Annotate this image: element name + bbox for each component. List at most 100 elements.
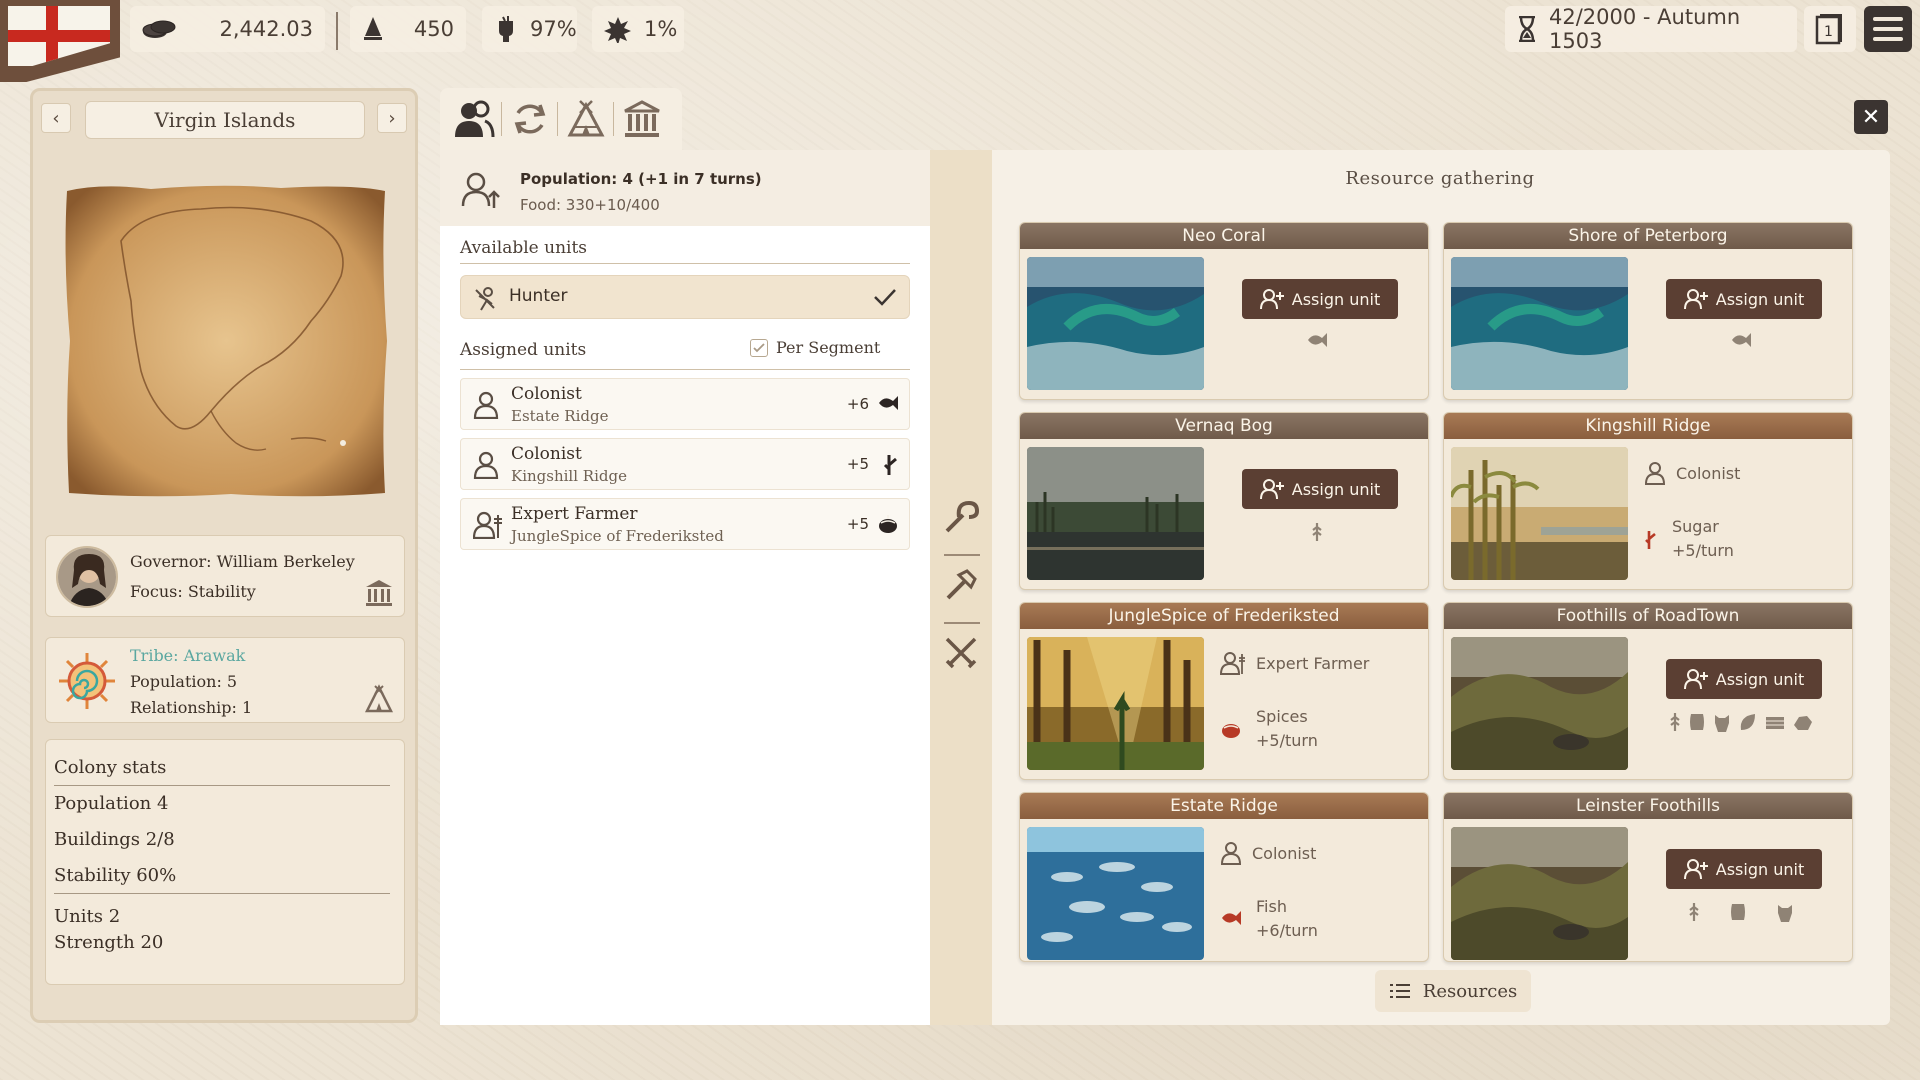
- flag-cross-icon: [8, 6, 110, 66]
- fish-icon: [1220, 909, 1242, 943]
- fish-icon: [877, 393, 899, 413]
- ships-counter[interactable]: 450: [350, 6, 466, 52]
- units-column: Population: 4 (+1 in 7 turns) Food: 330+…: [440, 150, 930, 1025]
- unit-location: Kingshill Ridge: [511, 467, 627, 485]
- tile-name: Leinster Foothills: [1444, 793, 1852, 819]
- tile-name: Kingshill Ridge: [1444, 413, 1852, 439]
- colony-stats-title: Colony stats: [54, 750, 390, 786]
- assigned-unit-row[interactable]: Expert Farmer JungleSpice of Frederikste…: [460, 498, 910, 550]
- next-colony-button[interactable]: ›: [377, 103, 407, 133]
- prev-colony-button[interactable]: ‹: [41, 103, 71, 133]
- tile-resource-name: Sugar: [1672, 517, 1719, 536]
- colony-stats: Colony stats Population 4 Buildings 2/8 …: [45, 739, 405, 985]
- resource-tile[interactable]: Estate Ridge Colonist Fish +6/turn: [1019, 792, 1429, 962]
- fish-school-image: [1027, 827, 1204, 960]
- gather-tool-button[interactable]: [940, 496, 982, 538]
- stat-population: Population 4: [54, 793, 169, 814]
- resource-tile[interactable]: Kingshill Ridge Colonist Sugar +5/turn: [1443, 412, 1853, 590]
- barrel-icon: [1688, 711, 1706, 733]
- checkbox-checked-icon[interactable]: [750, 338, 768, 357]
- population-summary: Population: 4 (+1 in 7 turns) Food: 330+…: [440, 150, 930, 226]
- pelt-icon: [1775, 901, 1795, 923]
- timber-icon: [1764, 711, 1786, 733]
- add-user-icon: [1683, 668, 1708, 690]
- assign-unit-button[interactable]: Assign unit: [1666, 279, 1822, 319]
- turn-date-display[interactable]: 42/2000 - Autumn 1503: [1505, 5, 1797, 53]
- colonist-icon: [473, 391, 499, 419]
- tile-resources: [1628, 901, 1852, 923]
- journal-button[interactable]: 1: [1804, 6, 1856, 52]
- resource-gathering-title: Resource gathering: [1345, 168, 1535, 189]
- coins-icon: [142, 18, 176, 40]
- tools-column: [930, 150, 992, 1025]
- sea-waves-image: [1451, 257, 1628, 390]
- main-menu-button[interactable]: [1864, 6, 1912, 52]
- tile-name: Estate Ridge: [1020, 793, 1428, 819]
- assign-unit-button[interactable]: Assign unit: [1242, 279, 1398, 319]
- expert-farmer-icon: [473, 511, 503, 539]
- resource-tile[interactable]: Neo Coral Assign unit: [1019, 222, 1429, 400]
- assign-unit-button[interactable]: Assign unit: [1666, 849, 1822, 889]
- tribe-sun-emblem-icon: [56, 650, 118, 712]
- tile-resources: [1204, 331, 1428, 349]
- build-tool-button[interactable]: [940, 564, 982, 606]
- resources-label: Resources: [1422, 980, 1518, 1002]
- governor-card[interactable]: Governor: William Berkeley Focus: Stabil…: [45, 535, 405, 617]
- swamp-image: [1027, 447, 1204, 580]
- section-divider: [460, 263, 910, 264]
- resource-tile[interactable]: Vernaq Bog Assign unit: [1019, 412, 1429, 590]
- svg-text:1: 1: [1824, 24, 1833, 40]
- governor-focus: Focus: Stability: [130, 582, 256, 601]
- resource-gathering-area: Resource gathering Neo Coral Assign unit…: [995, 150, 1885, 1025]
- assign-unit-label: Assign unit: [1715, 289, 1805, 309]
- tile-resource-rate: +5/turn: [1672, 541, 1734, 560]
- ore-icon: [1792, 711, 1814, 733]
- raised-fist-icon: [494, 15, 518, 43]
- colonist-icon: [1220, 841, 1242, 865]
- building-columns-icon: [364, 578, 394, 608]
- people-icon: [453, 99, 495, 139]
- tile-name: JungleSpice of Frederiksted: [1020, 603, 1428, 629]
- assign-unit-button[interactable]: Assign unit: [1242, 469, 1398, 509]
- per-segment-toggle[interactable]: Per Segment: [750, 338, 880, 357]
- resource-tile[interactable]: JungleSpice of Frederiksted Expert Farme…: [1019, 602, 1429, 780]
- fish-icon: [1730, 331, 1752, 349]
- assign-unit-button[interactable]: Assign unit: [1666, 659, 1822, 699]
- resource-tile[interactable]: Leinster Foothills Assign unit: [1443, 792, 1853, 962]
- tile-assigned-unit: Colonist: [1220, 841, 1316, 865]
- resource-tile[interactable]: Shore of Peterborg Assign unit: [1443, 222, 1853, 400]
- tile-resource-rate: +6/turn: [1256, 921, 1318, 940]
- unrest-counter[interactable]: 1%: [592, 6, 684, 52]
- approval-counter[interactable]: 97%: [482, 6, 577, 52]
- assign-unit-label: Assign unit: [1291, 289, 1381, 309]
- tribe-card[interactable]: Tribe: Arawak Population: 5 Relationship…: [45, 637, 405, 723]
- nation-flag[interactable]: [0, 0, 120, 82]
- tile-yield: Fish +6/turn: [1220, 895, 1318, 943]
- stat-buildings: Buildings 2/8: [54, 829, 175, 850]
- available-unit-row[interactable]: Hunter: [460, 275, 910, 319]
- colony-overview-panel: ‹ Virgin Islands › Governor: William Ber…: [30, 88, 418, 1023]
- close-icon: ✕: [1861, 104, 1881, 130]
- tab-population[interactable]: [446, 94, 502, 144]
- tab-natives[interactable]: [557, 94, 614, 144]
- resources-button[interactable]: Resources: [1375, 970, 1531, 1012]
- military-tool-button[interactable]: [940, 632, 982, 674]
- gold-counter[interactable]: 2,442.03: [130, 6, 325, 52]
- assigned-unit-row[interactable]: Colonist Estate Ridge +6: [460, 378, 910, 430]
- unit-yield: +6: [846, 395, 869, 413]
- tab-trade[interactable]: [501, 94, 558, 144]
- resource-tile[interactable]: Foothills of RoadTown Assign unit: [1443, 602, 1853, 780]
- add-user-icon: [1259, 478, 1284, 500]
- spices-icon: [877, 513, 899, 535]
- tile-yield: Sugar +5/turn: [1644, 515, 1734, 563]
- tribe-relationship: Relationship: 1: [130, 698, 253, 717]
- checkmark-icon: [873, 285, 897, 309]
- approval-value: 97%: [530, 17, 577, 41]
- unit-name: Colonist: [511, 444, 582, 464]
- close-button[interactable]: ✕: [1854, 100, 1888, 134]
- hills-image: [1451, 637, 1628, 770]
- hamburger-icon: [1873, 17, 1903, 21]
- tab-buildings[interactable]: [613, 94, 670, 144]
- available-unit-name: Hunter: [509, 286, 568, 306]
- assigned-unit-row[interactable]: Colonist Kingshill Ridge +5: [460, 438, 910, 490]
